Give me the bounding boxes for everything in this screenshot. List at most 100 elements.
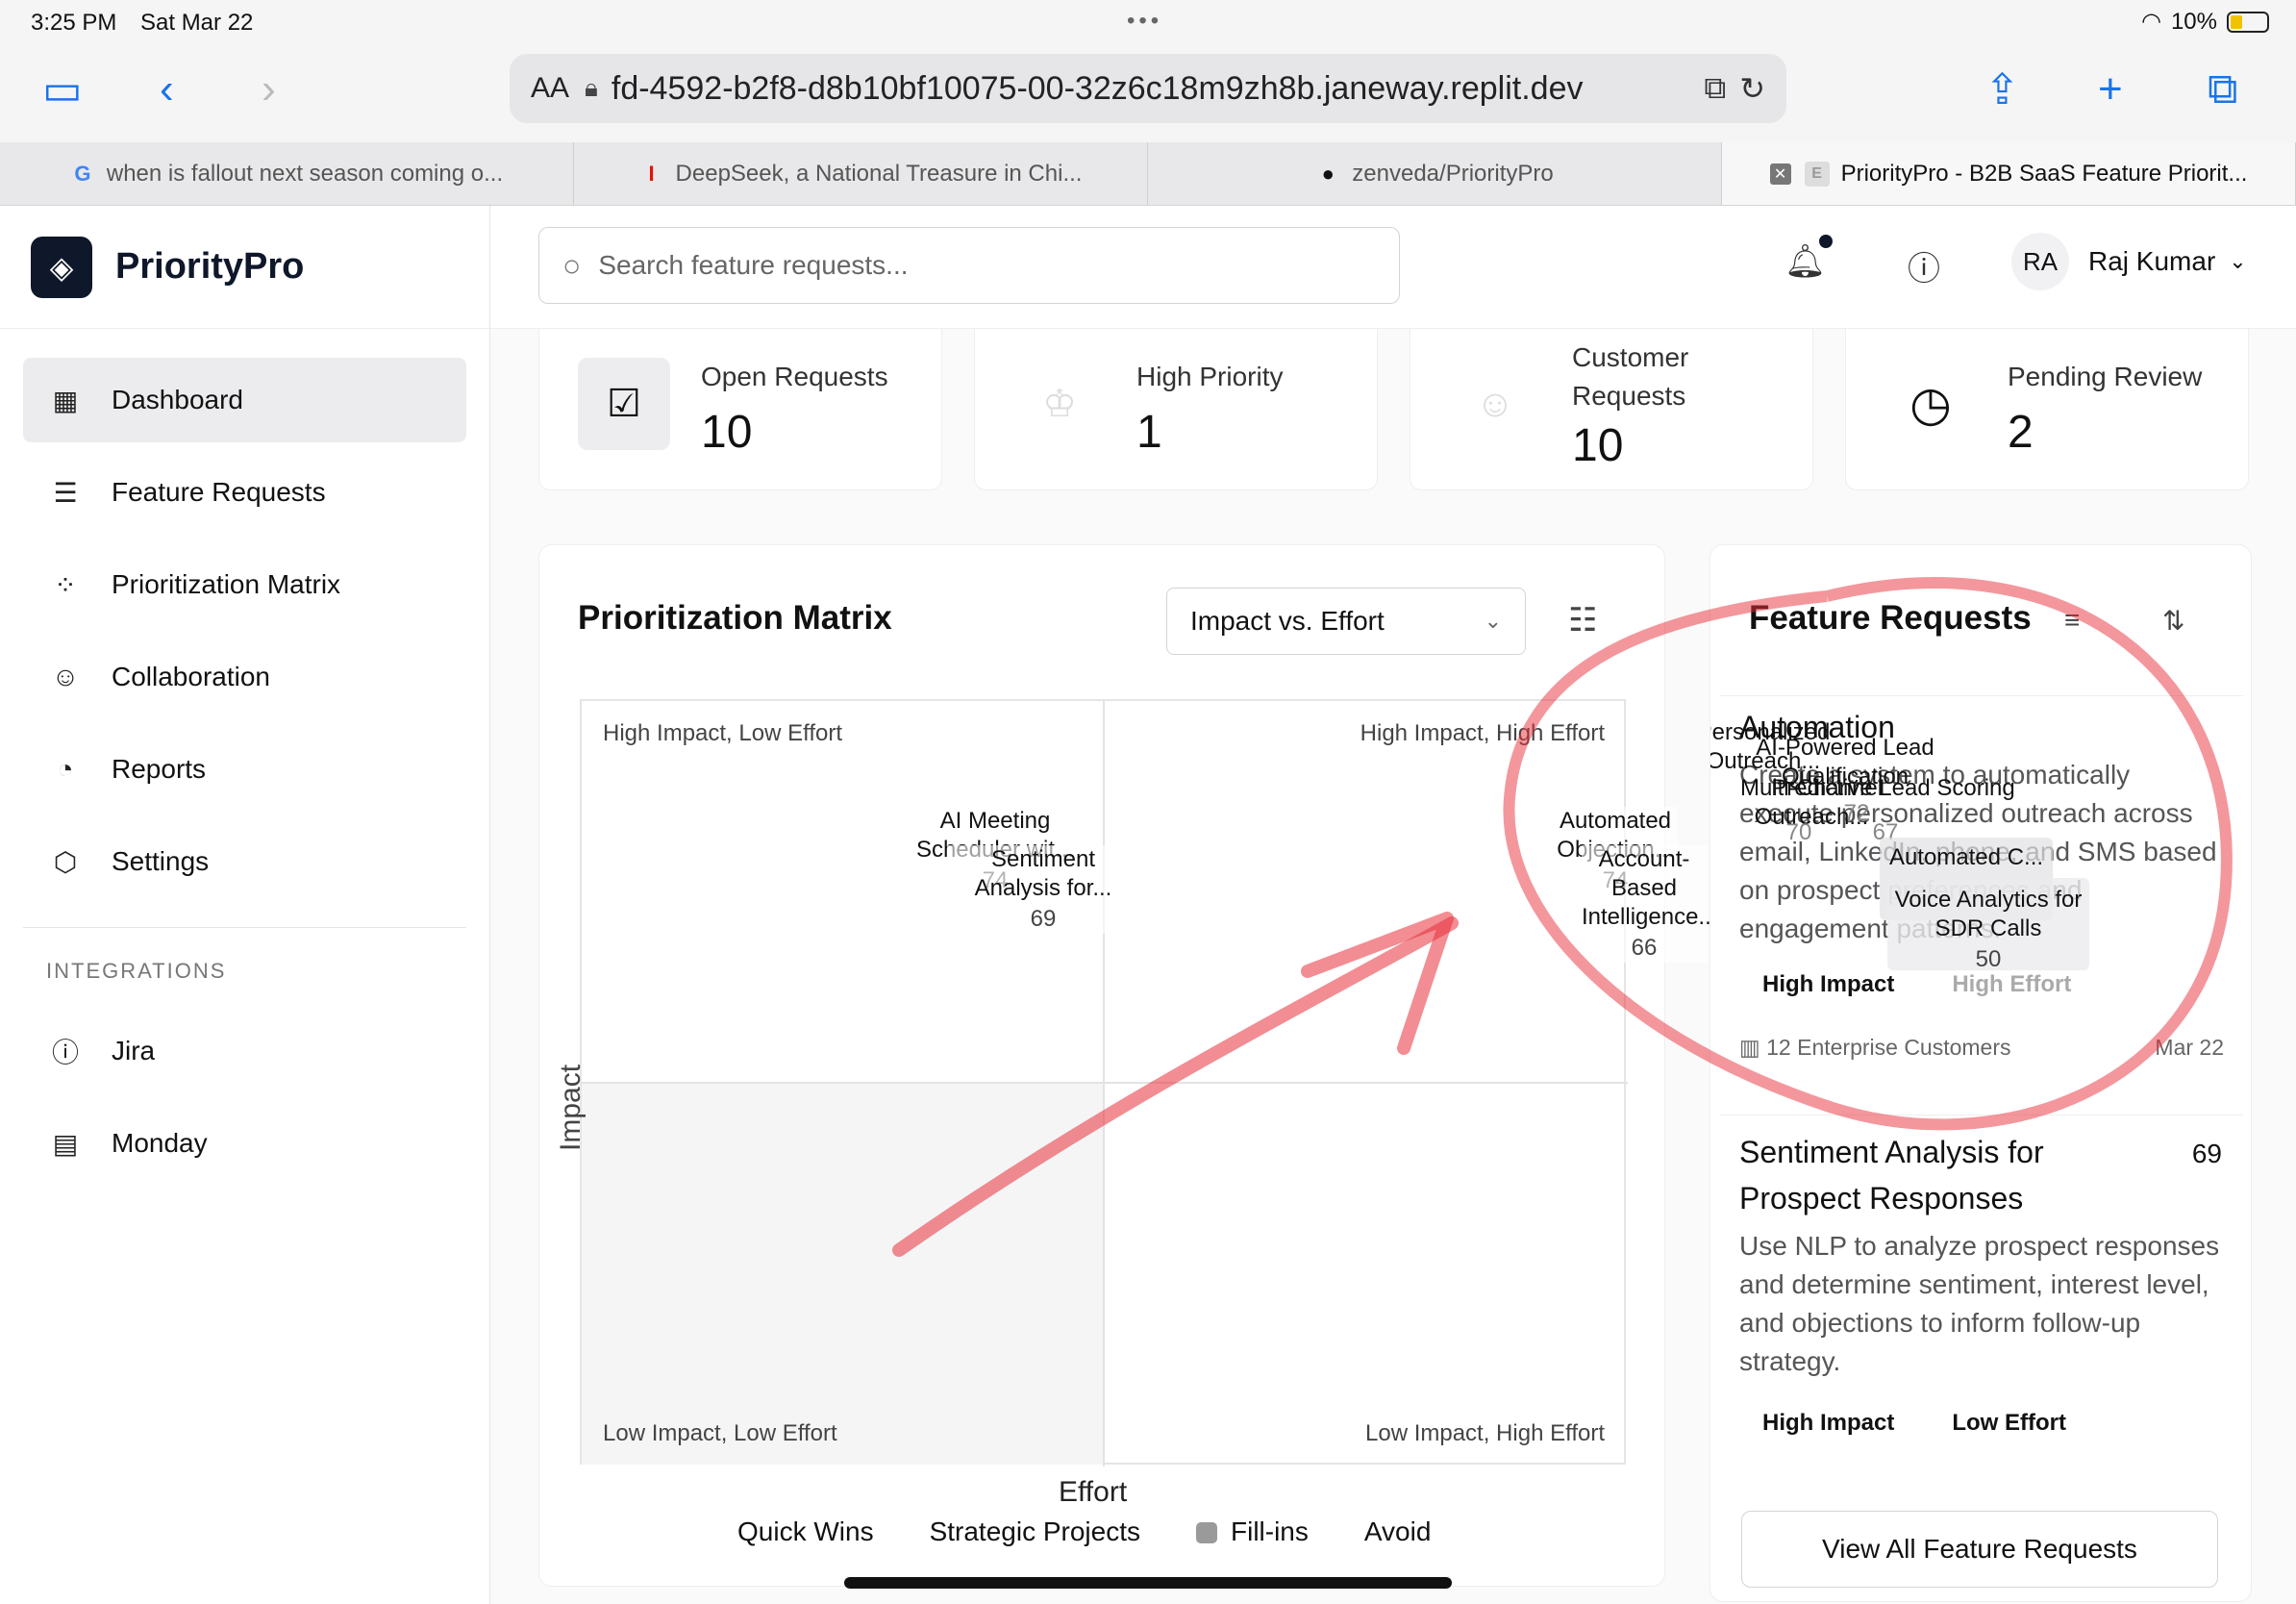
matrix-divider-horizontal [582, 1082, 1628, 1084]
close-tab-icon[interactable]: ✕ [1769, 163, 1791, 185]
sort-icon[interactable]: ⇅ [2162, 605, 2184, 637]
address-bar[interactable]: AA 🔒︎ fd-4592-b2f8-d8b10bf10075-00-32z6c… [510, 54, 1786, 123]
url-text[interactable]: fd-4592-b2f8-d8b10bf10075-00-32z6c18m9zh… [611, 70, 1690, 108]
nav-item-collaboration[interactable]: ☺ Collaboration [23, 635, 466, 719]
reader-settings-button[interactable]: AA [531, 72, 569, 105]
integrations-label: INTEGRATIONS [46, 959, 227, 983]
chevron-down-icon: ⌄ [1484, 609, 1502, 633]
jira-icon: ⓘ [51, 1038, 79, 1067]
status-date: Sat Mar 22 [140, 10, 254, 36]
avatar: RA [2011, 233, 2069, 290]
home-indicator [844, 1577, 1452, 1589]
bell-icon[interactable]: 🔔︎ [1784, 242, 1826, 281]
customers-count: ▥ 12 Enterprise Customers [1739, 1035, 2011, 1060]
nav-item-dashboard[interactable]: ▦ Dashboard [23, 358, 466, 442]
sidebar-toggle-icon[interactable]: ▭ [42, 65, 83, 114]
tag-impact: High Impact [1762, 971, 1895, 997]
clock-icon: ◷ [1909, 377, 1952, 431]
search-input[interactable] [598, 250, 1387, 281]
browser-tab[interactable]: G when is fallout next season coming o..… [0, 142, 574, 205]
building-icon: ▥ [1739, 1035, 1767, 1060]
filter-icon[interactable]: ≡ [2064, 605, 2080, 636]
legend-quick-wins: Quick Wins [737, 1516, 874, 1546]
github-icon: ● [1321, 161, 1335, 186]
settings-icon: ⬡ [53, 846, 78, 877]
stat-value: 1 [1136, 407, 1162, 458]
quadrant-low-impact-high-effort: Low Impact, High Effort [1365, 1420, 1605, 1446]
tag-effort: Low Effort [1952, 1410, 2066, 1436]
user-menu[interactable]: RA Raj Kumar ⌄ [2011, 233, 2247, 290]
feature-tags: High Impact Low Effort [1739, 1410, 2224, 1437]
stat-value: 10 [1572, 420, 1624, 471]
nav-divider [23, 927, 466, 928]
feature-tags: High Impact High Effort [1739, 971, 2224, 998]
browser-tab[interactable]: I DeepSeek, a National Treasure in Chi..… [574, 142, 1148, 205]
legend-strategic-projects: Strategic Projects [929, 1516, 1140, 1546]
feature-score: 69 [2191, 1139, 2222, 1168]
sidebar: ◈ PriorityPro ▦ Dashboard ☰ Feature Requ… [0, 206, 490, 1604]
status-battery: ◠ 10% [2141, 8, 2269, 36]
feature-requests-title: Feature Requests [1749, 599, 2032, 637]
help-icon[interactable]: ⓘ [1908, 242, 1940, 289]
nav-item-reports[interactable]: ◔ Reports [23, 727, 466, 812]
status-bar: 3:25 PM Sat Mar 22 ••• ◠ 10% [0, 0, 2296, 46]
brand-name: PriorityPro [115, 246, 305, 287]
sliders-icon[interactable]: ☷ [1568, 601, 1597, 639]
checklist-icon: ☑ [578, 358, 670, 450]
matrix-point-score: 70 [1785, 819, 1812, 845]
search-box[interactable]: ○ [538, 227, 1400, 304]
quadrant-low-impact-low-effort: Low Impact, Low Effort [582, 1084, 1103, 1465]
users-icon: ☺ [1475, 382, 1515, 425]
stat-value: 2 [2008, 407, 2034, 458]
feature-date: Mar 22 [2155, 1035, 2224, 1060]
feature-card[interactable]: Sentiment Analysis for Prospect Response… [1720, 1115, 2243, 1499]
extension-icon[interactable]: ⧉ [1704, 70, 1726, 107]
matrix-point[interactable]: Predictive Lead Scoring [1768, 774, 2018, 803]
brand[interactable]: ◈ PriorityPro [0, 206, 489, 329]
matrix-point[interactable]: Voice Analytics for SDR Calls 50 [1887, 878, 2089, 972]
matrix-title: Prioritization Matrix [578, 599, 892, 637]
nav-item-settings[interactable]: ⬡ Settings [23, 819, 466, 904]
browser-tab-active[interactable]: ✕ E PriorityPro - B2B SaaS Feature Prior… [1722, 142, 2296, 205]
nav-item-jira[interactable]: ⓘ Jira [23, 1009, 466, 1093]
main-nav: ▦ Dashboard ☰ Feature Requests ⁘ Priorit… [0, 329, 489, 1186]
back-icon[interactable]: ‹ [160, 65, 174, 113]
top-header: ○ 🔔︎ ⓘ RA Raj Kumar ⌄ [490, 206, 2296, 329]
calendar-icon: ▤ [52, 1128, 79, 1159]
matrix-divider-vertical [1103, 701, 1105, 1466]
quadrant-high-impact-high-effort: High Impact, High Effort [1360, 720, 1605, 746]
stat-card-high-priority: ♔ High Priority 1 [974, 329, 1378, 490]
stat-card-customer-requests: ☺ Customer Requests 10 [1410, 329, 1813, 490]
tabs-overview-icon[interactable]: ⧉ [2208, 65, 2237, 113]
nav-item-feature-requests[interactable]: ☰ Feature Requests [23, 450, 466, 535]
chevron-down-icon: ⌄ [2229, 249, 2247, 273]
x-axis-label: Effort [1059, 1476, 1128, 1508]
notification-dot [1819, 235, 1833, 248]
feature-requests-card: Feature Requests ≡ ⇅ Automation Create a… [1710, 544, 2252, 1602]
nav-item-monday[interactable]: ▤ Monday [23, 1101, 466, 1186]
wifi-icon: ◠ [2141, 9, 2161, 35]
lock-icon: 🔒︎ [585, 73, 598, 102]
y-axis-label: Impact [555, 1064, 586, 1151]
reload-icon[interactable]: ↻ [1739, 70, 1765, 107]
new-tab-icon[interactable]: + [2098, 65, 2123, 113]
dashboard-icon: ▦ [52, 385, 79, 415]
google-icon: G [74, 161, 91, 186]
team-icon: ☺ [51, 662, 80, 691]
list-icon: ☰ [53, 477, 78, 508]
stat-card-pending-review: ◷ Pending Review 2 [1845, 329, 2249, 490]
multitask-dots-icon[interactable]: ••• [1127, 8, 1162, 35]
tag-effort: High Effort [1952, 971, 2072, 997]
share-icon[interactable]: ⇪ [1984, 65, 2020, 114]
status-time: 3:25 PM [31, 10, 117, 36]
forward-icon[interactable]: › [262, 65, 276, 113]
matrix-point[interactable]: Sentiment Analysis for... 69 [947, 845, 1139, 934]
legend-fill-ins: Fill-ins [1196, 1516, 1309, 1547]
view-all-feature-requests-button[interactable]: View All Feature Requests [1741, 1511, 2218, 1588]
matrix-view-select[interactable]: Impact vs. Effort ⌄ [1166, 588, 1526, 655]
nav-item-prioritization-matrix[interactable]: ⁘ Prioritization Matrix [23, 542, 466, 627]
layers-logo-icon: ◈ [31, 236, 92, 298]
app: ◈ PriorityPro ▦ Dashboard ☰ Feature Requ… [0, 206, 2296, 1604]
matrix-point[interactable]: Account-Based Intelligence... 66 [1582, 845, 1717, 963]
browser-tab[interactable]: ● zenveda/PriorityPro [1148, 142, 1722, 205]
